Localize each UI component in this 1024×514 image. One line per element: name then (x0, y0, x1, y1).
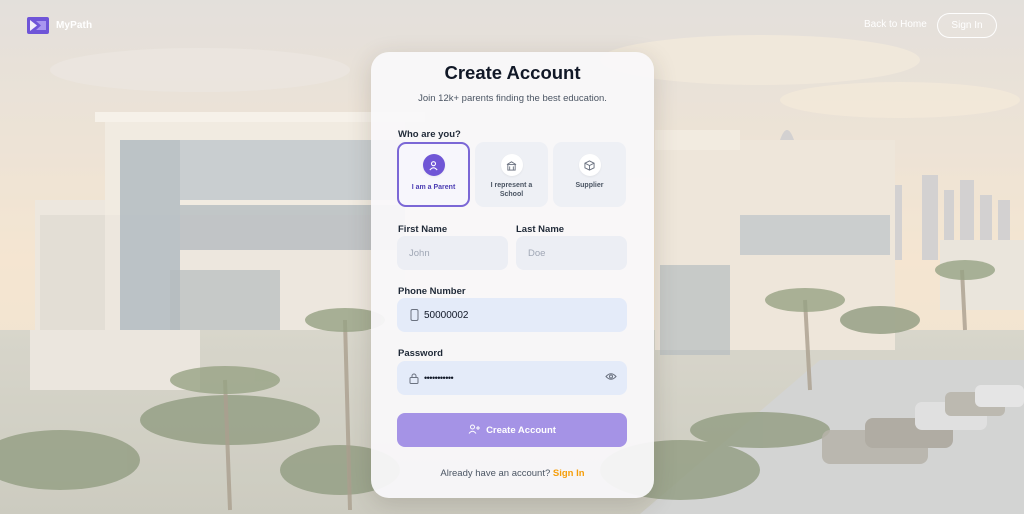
phone-icon (406, 309, 422, 321)
last-name-placeholder: Doe (528, 247, 546, 259)
role-selector: I am a Parent I represent a School Suppl… (397, 142, 626, 207)
first-name-placeholder: John (409, 247, 430, 259)
role-option-school[interactable]: I represent a School (475, 142, 548, 207)
user-icon (422, 154, 445, 176)
role-option-label: Supplier (575, 182, 604, 189)
header-sign-in-button[interactable]: Sign In (937, 13, 997, 38)
school-icon (500, 154, 523, 176)
password-field[interactable]: ••••••••••• (397, 361, 627, 395)
phone-number-field[interactable]: 50000002 (397, 298, 627, 332)
top-navigation: MyPath Back to Home Sign In (0, 0, 1024, 52)
back-to-home-link[interactable]: Back to Home (864, 19, 927, 30)
phone-number-label: Phone Number (398, 286, 466, 297)
role-option-parent[interactable]: I am a Parent (397, 142, 470, 207)
page-subtitle: Join 12k+ parents finding the best educa… (418, 93, 607, 104)
sign-in-prompt: Already have an account? Sign In (371, 468, 654, 479)
create-account-card: Create Account Join 12k+ parents finding… (371, 52, 654, 498)
role-option-label: I am a Parent (411, 184, 456, 191)
sign-in-prompt-text: Already have an account? (440, 468, 551, 479)
first-name-field[interactable]: John (397, 236, 508, 270)
sign-in-link[interactable]: Sign In (553, 468, 585, 479)
box-icon (578, 154, 601, 176)
role-question-label: Who are you? (398, 129, 461, 140)
create-account-label: Create Account (486, 424, 556, 436)
last-name-field[interactable]: Doe (516, 236, 627, 270)
role-option-label: I represent a School (490, 182, 533, 198)
password-label: Password (398, 348, 443, 359)
first-name-label: First Name (398, 224, 448, 235)
eye-icon[interactable] (605, 372, 617, 384)
password-value: ••••••••••• (424, 373, 454, 383)
create-account-button[interactable]: Create Account (397, 413, 627, 447)
logo-icon (27, 17, 49, 34)
last-name-label: Last Name (516, 224, 565, 235)
role-option-supplier[interactable]: Supplier (553, 142, 626, 207)
lock-icon (406, 373, 422, 384)
phone-number-value: 50000002 (424, 309, 469, 321)
brand-name: MyPath (56, 20, 93, 31)
brand-logo[interactable]: MyPath (27, 17, 92, 34)
page-title: Create Account (444, 62, 581, 83)
user-plus-icon (468, 424, 481, 437)
